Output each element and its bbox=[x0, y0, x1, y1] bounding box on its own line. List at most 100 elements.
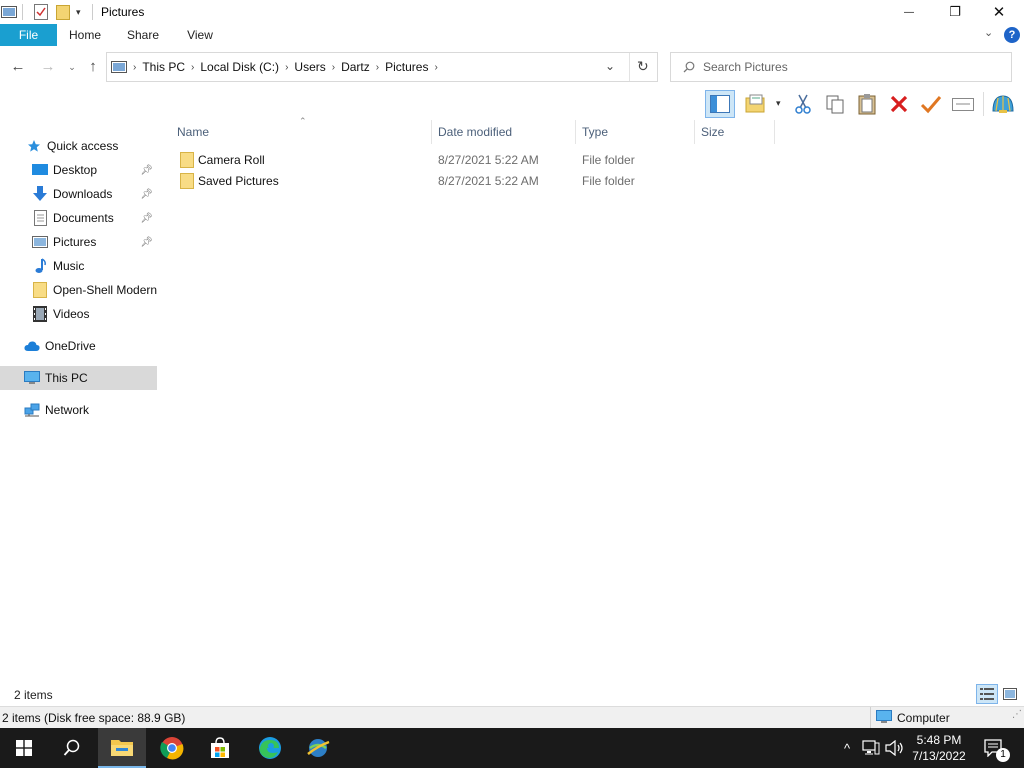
network-tray-icon[interactable] bbox=[861, 728, 881, 768]
nav-downloads[interactable]: Downloads 📌︎ bbox=[0, 182, 157, 206]
windows-logo-icon bbox=[16, 740, 32, 756]
desktop-icon bbox=[32, 162, 48, 178]
volume-icon[interactable] bbox=[884, 728, 906, 768]
nav-open-shell-modern[interactable]: Open-Shell Modern bbox=[0, 278, 157, 302]
navigation-pane-button[interactable] bbox=[705, 90, 735, 118]
large-icons-view-button[interactable] bbox=[1000, 684, 1020, 704]
breadcrumb-separator-icon: › bbox=[375, 61, 380, 73]
restore-icon: ❐ bbox=[949, 4, 961, 19]
column-header-type[interactable]: Type bbox=[576, 120, 695, 144]
file-row[interactable]: Camera Roll 8/27/2021 5:22 AM File folde… bbox=[177, 150, 777, 171]
chrome-taskbar-button[interactable] bbox=[148, 728, 196, 768]
paste-button[interactable] bbox=[853, 90, 881, 118]
folder-icon bbox=[180, 173, 194, 192]
file-date: 8/27/2021 5:22 AM bbox=[438, 153, 539, 167]
pin-icon[interactable]: 📌︎ bbox=[140, 213, 153, 224]
microsoft-store-taskbar-button[interactable] bbox=[196, 728, 244, 768]
breadcrumb-dartz[interactable]: Dartz bbox=[341, 60, 370, 74]
forward-button[interactable]: → bbox=[38, 58, 58, 76]
nav-network[interactable]: Network bbox=[0, 398, 157, 422]
edge-icon bbox=[259, 737, 281, 759]
show-hidden-icons-chevron-icon[interactable]: ^ bbox=[838, 728, 856, 768]
properties-button[interactable] bbox=[917, 90, 945, 118]
document-icon bbox=[32, 210, 48, 226]
customize-quick-access-dropdown-icon[interactable]: ▾ bbox=[76, 3, 81, 21]
shell-settings-button[interactable] bbox=[989, 90, 1017, 118]
copy-button[interactable] bbox=[821, 90, 849, 118]
nav-label: OneDrive bbox=[45, 339, 96, 353]
network-icon bbox=[24, 402, 40, 418]
breadcrumb-users[interactable]: Users bbox=[294, 60, 325, 74]
nav-this-pc[interactable]: This PC bbox=[0, 366, 157, 390]
globe-arrow-icon bbox=[307, 739, 330, 757]
location-zone: Computer bbox=[897, 711, 950, 725]
minimize-icon: — bbox=[904, 6, 914, 18]
back-button[interactable]: ← bbox=[8, 58, 28, 76]
nav-quick-access[interactable]: Quick access bbox=[0, 134, 157, 158]
nav-onedrive[interactable]: OneDrive bbox=[0, 334, 157, 358]
refresh-icon[interactable]: ↻ bbox=[637, 58, 649, 75]
search-icon bbox=[63, 739, 80, 756]
pin-icon[interactable]: 📌︎ bbox=[140, 237, 153, 248]
edge-taskbar-button[interactable] bbox=[246, 728, 294, 768]
file-type: File folder bbox=[582, 153, 635, 167]
paste-clipboard-icon bbox=[858, 94, 876, 115]
breadcrumb-pictures[interactable]: Pictures bbox=[385, 60, 428, 74]
search-input[interactable] bbox=[703, 60, 1003, 74]
pin-icon[interactable]: 📌︎ bbox=[140, 189, 153, 200]
address-history-chevron-icon[interactable]: ⌄ bbox=[605, 59, 615, 73]
restore-button[interactable]: ❐ bbox=[932, 0, 978, 24]
address-bar[interactable]: › This PC › Local Disk (C:) › Users › Da… bbox=[106, 52, 658, 82]
search-taskbar-button[interactable] bbox=[48, 728, 96, 768]
delete-button[interactable] bbox=[885, 90, 913, 118]
column-header-date-modified[interactable]: Date modified bbox=[432, 120, 576, 144]
network-globe-taskbar-button[interactable] bbox=[294, 728, 342, 768]
breadcrumb-this-pc[interactable]: This PC bbox=[142, 60, 185, 74]
breadcrumb-local-disk[interactable]: Local Disk (C:) bbox=[200, 60, 279, 74]
help-icon[interactable]: ? bbox=[1004, 27, 1020, 43]
breadcrumb-separator-icon: › bbox=[434, 61, 438, 73]
start-button[interactable] bbox=[0, 728, 48, 768]
nav-videos[interactable]: Videos bbox=[0, 302, 157, 326]
file-explorer-taskbar-button[interactable] bbox=[98, 728, 146, 768]
close-button[interactable]: ✕ bbox=[976, 0, 1022, 24]
details-view-button[interactable] bbox=[976, 684, 998, 704]
nav-desktop[interactable]: Desktop 📌︎ bbox=[0, 158, 157, 182]
nav-pictures[interactable]: Pictures 📌︎ bbox=[0, 230, 157, 254]
expand-ribbon-chevron-icon[interactable]: ⌄ bbox=[984, 26, 993, 39]
recent-locations-button[interactable]: ⌄ bbox=[62, 58, 82, 76]
pin-icon[interactable]: 📌︎ bbox=[140, 165, 153, 176]
email-button[interactable] bbox=[949, 90, 977, 118]
nav-label: Open-Shell Modern bbox=[53, 283, 157, 297]
tab-file[interactable]: File bbox=[0, 24, 57, 46]
cut-button[interactable] bbox=[789, 90, 817, 118]
clock-date: 7/13/2022 bbox=[912, 749, 966, 763]
nav-music[interactable]: Music bbox=[0, 254, 157, 278]
tab-share[interactable]: Share bbox=[120, 24, 166, 46]
folder-icon bbox=[180, 152, 194, 171]
action-center-button[interactable]: 1 bbox=[978, 728, 1010, 768]
new-folder-button[interactable] bbox=[742, 90, 770, 118]
column-header-size[interactable]: Size bbox=[695, 120, 775, 144]
up-button[interactable]: ↑ bbox=[83, 58, 103, 76]
tab-view[interactable]: View bbox=[177, 24, 223, 46]
clock[interactable]: 5:48 PM 7/13/2022 bbox=[908, 728, 970, 768]
new-folder-icon[interactable] bbox=[56, 3, 70, 21]
minimize-button[interactable]: — bbox=[886, 0, 932, 24]
nav-label: Desktop bbox=[53, 163, 98, 177]
file-name: Saved Pictures bbox=[198, 174, 279, 188]
item-count: 2 items bbox=[14, 688, 53, 702]
search-box[interactable] bbox=[670, 52, 1012, 82]
file-row[interactable]: Saved Pictures 8/27/2021 5:22 AM File fo… bbox=[177, 171, 777, 192]
column-header-name[interactable]: Name bbox=[171, 120, 432, 144]
file-explorer-icon bbox=[111, 740, 133, 756]
tab-home[interactable]: Home bbox=[62, 24, 108, 46]
file-type: File folder bbox=[582, 174, 635, 188]
new-folder-dropdown-icon[interactable]: ▾ bbox=[776, 98, 781, 109]
properties-icon[interactable] bbox=[34, 3, 48, 21]
resize-grip-icon[interactable]: ⋰ bbox=[1012, 709, 1022, 720]
store-bag-icon bbox=[211, 737, 229, 758]
window-icon[interactable] bbox=[1, 3, 17, 21]
file-list: ⌃ Name Date modified Type Size Camera Ro… bbox=[157, 116, 1024, 682]
nav-documents[interactable]: Documents 📌︎ bbox=[0, 206, 157, 230]
